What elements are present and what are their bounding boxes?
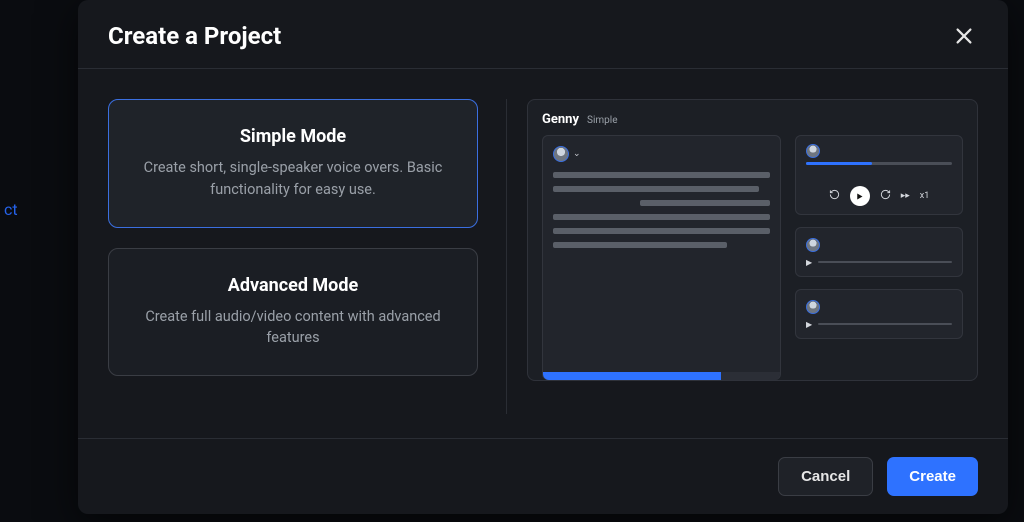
preview-header: Genny Simple [542,112,963,127]
progress-bar [543,372,780,380]
chevron-down-icon: ⌄ [573,149,581,159]
text-line-placeholder [553,214,770,220]
preview-panel: Genny Simple ⌄ [527,99,978,381]
avatar-icon [806,238,820,252]
track [806,162,952,165]
track [818,261,952,263]
option-description: Create full audio/video content with adv… [137,306,449,350]
avatar-icon [806,144,820,158]
player-card: ▸▸ x1 [795,135,963,215]
preview-clips: ▸▸ x1 ▶ [795,135,963,380]
avatar-icon [806,300,820,314]
progress-fill [543,372,721,380]
modal-body: Simple Mode Create short, single-speaker… [78,69,1008,439]
playback-speed: x1 [920,191,930,201]
create-project-modal: Create a Project Simple Mode Create shor… [78,0,1008,514]
play-icon [855,192,864,201]
option-advanced-mode[interactable]: Advanced Mode Create full audio/video co… [108,248,478,377]
option-title: Simple Mode [137,126,449,147]
mode-options: Simple Mode Create short, single-speaker… [108,99,478,414]
close-icon [953,25,975,47]
clip-card: ▶ [795,227,963,277]
clip-card: ▶ [795,289,963,339]
modal-footer: Cancel Create [78,439,1008,514]
track [818,323,952,325]
preview-column: Genny Simple ⌄ [506,99,978,414]
option-simple-mode[interactable]: Simple Mode Create short, single-speaker… [108,99,478,228]
text-line-placeholder [553,228,770,234]
rewind-icon [829,189,840,203]
speaker-selector: ⌄ [553,146,770,162]
close-button[interactable] [950,22,978,50]
modal-header: Create a Project [78,0,1008,69]
text-line-placeholder [553,242,727,248]
preview-editor: ⌄ [542,135,781,380]
avatar-icon [553,146,569,162]
option-description: Create short, single-speaker voice overs… [137,157,449,201]
text-line-placeholder [553,186,759,192]
play-icon: ▶ [806,320,812,329]
modal-title: Create a Project [108,22,281,50]
preview-brand: Genny [542,112,579,127]
preview-mode-label: Simple [587,115,618,126]
fast-forward-icon: ▸▸ [901,191,910,201]
text-line-placeholder [640,200,770,206]
preview-content: ⌄ [542,135,963,380]
option-title: Advanced Mode [137,275,449,296]
player-controls: ▸▸ x1 [806,186,952,206]
track-fill [806,162,872,165]
create-button[interactable]: Create [887,457,978,496]
text-line-placeholder [553,172,770,178]
cancel-button[interactable]: Cancel [778,457,873,496]
background-partial-text: ct [0,200,18,219]
play-icon: ▶ [806,258,812,267]
forward-icon [880,189,891,203]
play-button [850,186,870,206]
